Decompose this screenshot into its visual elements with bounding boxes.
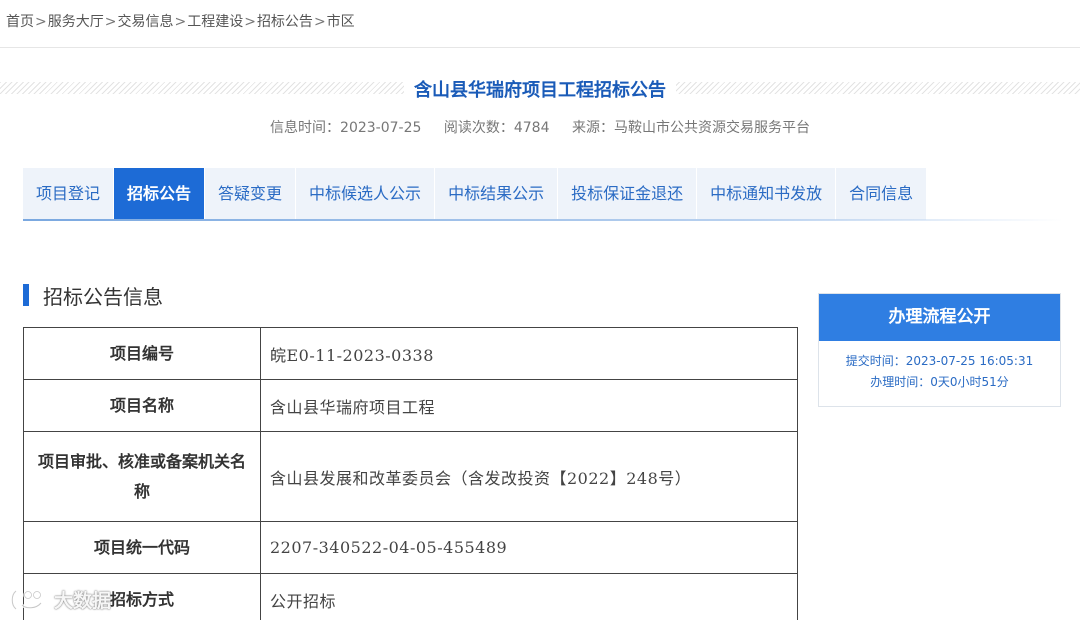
breadcrumb-separator: > <box>313 14 326 30</box>
breadcrumb-separator: > <box>174 14 187 30</box>
breadcrumb-tender-notice[interactable]: 招标公告 <box>257 14 313 30</box>
watermark-text: 大数据 <box>54 590 112 612</box>
row-value: 含山县发展和改革委员会（含发改投资【2022】248号） <box>260 431 798 522</box>
breadcrumb-engineering[interactable]: 工程建设 <box>187 14 243 30</box>
row-label: 项目名称 <box>23 379 261 432</box>
watermark: 大数据 <box>10 586 111 613</box>
card-body: 提交时间：2023-07-25 16:05:31 办理时间：0天0小时51分 <box>819 341 1060 393</box>
page-title: 含山县华瑞府项目工程招标公告 <box>0 76 1080 102</box>
tab-project-registration[interactable]: 项目登记 <box>23 168 115 220</box>
tab-contract-info[interactable]: 合同信息 <box>836 168 928 220</box>
row-value: 皖E0-11-2023-0338 <box>260 327 798 380</box>
tab-award-notice-issue[interactable]: 中标通知书发放 <box>697 168 837 220</box>
section-accent-bar <box>23 284 29 306</box>
breadcrumb-city[interactable]: 市区 <box>327 14 355 30</box>
table-row: 招标方式 公开招标 <box>23 573 798 620</box>
tab-deposit-refund[interactable]: 投标保证金退还 <box>558 168 698 220</box>
row-label: 项目编号 <box>23 327 261 380</box>
info-time: 信息时间：2023-07-25 <box>270 120 422 136</box>
read-count: 阅读次数：4784 <box>443 120 550 136</box>
breadcrumb: 首页>服务大厅>交易信息>工程建设>招标公告>市区 <box>6 11 355 31</box>
article-meta: 信息时间：2023-07-25 阅读次数：4784 来源：马鞍山市公共资源交易服… <box>0 117 1080 137</box>
row-label: 项目统一代码 <box>23 521 261 574</box>
process-disclosure-card: 办理流程公开 提交时间：2023-07-25 16:05:31 办理时间：0天0… <box>818 293 1061 407</box>
page-title-text: 含山县华瑞府项目工程招标公告 <box>404 80 676 101</box>
row-label: 项目审批、核准或备案机关名称 <box>23 431 261 522</box>
breadcrumb-separator: > <box>244 14 256 30</box>
submit-time: 提交时间：2023-07-25 16:05:31 <box>845 354 1034 368</box>
section-header: 招标公告信息 <box>23 283 163 309</box>
breadcrumb-separator: > <box>35 14 47 30</box>
tab-candidate-publicity[interactable]: 中标候选人公示 <box>296 168 436 220</box>
watermark-logo-icon <box>10 589 43 610</box>
breadcrumb-home[interactable]: 首页 <box>6 14 34 30</box>
tab-qa-changes[interactable]: 答疑变更 <box>205 168 297 220</box>
breadcrumb-divider <box>0 47 1080 48</box>
process-time: 办理时间：0天0小时51分 <box>870 375 1009 389</box>
row-value: 含山县华瑞府项目工程 <box>260 379 798 432</box>
table-row: 项目编号 皖E0-11-2023-0338 <box>23 327 798 380</box>
table-row: 项目统一代码 2207-340522-04-05-455489 <box>23 521 798 574</box>
process-tabs: 项目登记 招标公告 答疑变更 中标候选人公示 中标结果公示 投标保证金退还 中标… <box>23 168 928 220</box>
section-title: 招标公告信息 <box>43 284 163 309</box>
tender-info-table: 项目编号 皖E0-11-2023-0338 项目名称 含山县华瑞府项目工程 项目… <box>23 327 798 620</box>
tab-award-result[interactable]: 中标结果公示 <box>435 168 559 220</box>
row-value: 公开招标 <box>260 573 798 620</box>
table-row: 项目审批、核准或备案机关名称 含山县发展和改革委员会（含发改投资【2022】24… <box>23 431 798 522</box>
row-value: 2207-340522-04-05-455489 <box>260 521 798 574</box>
breadcrumb-service-hall[interactable]: 服务大厅 <box>48 14 104 30</box>
tab-tender-notice[interactable]: 招标公告 <box>114 168 206 220</box>
breadcrumb-trade-info[interactable]: 交易信息 <box>117 14 173 30</box>
table-row: 项目名称 含山县华瑞府项目工程 <box>23 379 798 432</box>
card-title[interactable]: 办理流程公开 <box>819 294 1060 341</box>
breadcrumb-separator: > <box>104 14 117 30</box>
source: 来源：马鞍山市公共资源交易服务平台 <box>571 120 810 136</box>
tabs-underline <box>23 219 1063 221</box>
